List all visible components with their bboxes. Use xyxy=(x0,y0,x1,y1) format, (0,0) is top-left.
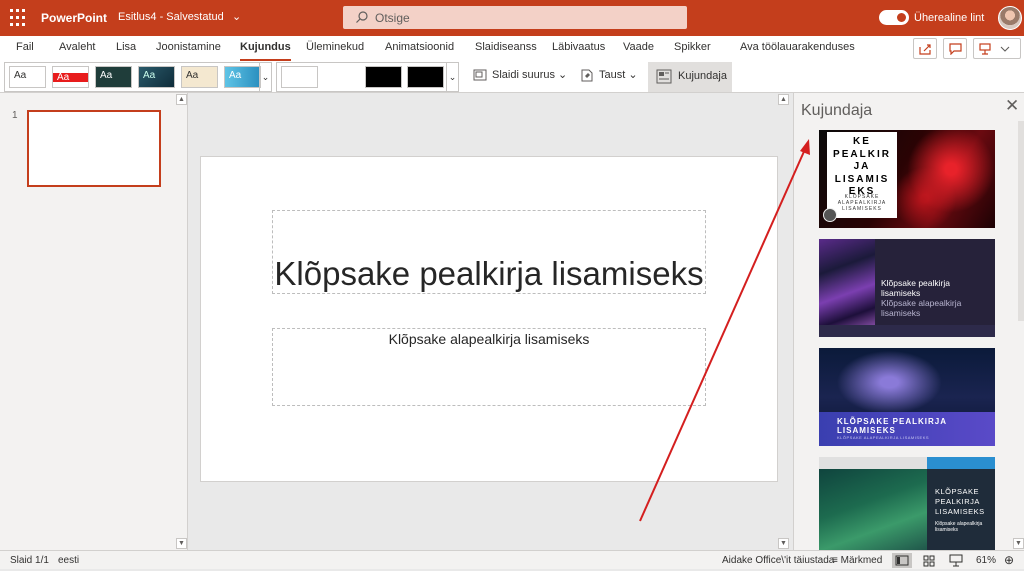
tab-design[interactable]: Kujundus xyxy=(240,41,291,61)
design-idea-2-title: Klõpsake pealkirja lisamiseks xyxy=(881,278,950,298)
single-line-ribbon-toggle[interactable] xyxy=(879,10,909,25)
close-icon[interactable]: ✕ xyxy=(1005,96,1019,116)
scroll-up-button[interactable]: ▲ xyxy=(176,94,187,105)
comment-icon xyxy=(949,43,962,55)
subtitle-placeholder-text: Klõpsake alapealkirja lisamiseks xyxy=(388,331,590,347)
format-background-button[interactable]: Taust ⌄ xyxy=(580,68,638,82)
language-indicator[interactable]: eesti xyxy=(58,555,79,566)
designer-button[interactable]: Kujundaja xyxy=(648,62,732,92)
feedback-link[interactable]: Aidake Office\'it täiustada xyxy=(722,555,834,566)
tab-transitions[interactable]: Üleminekud xyxy=(306,41,364,53)
design-idea-badge-icon xyxy=(823,208,837,222)
design-idea-2-subtitle: Klõpsake alapealkirja lisamiseks xyxy=(881,298,962,318)
designer-scrollbar[interactable] xyxy=(1018,121,1024,321)
designer-icon xyxy=(656,69,672,84)
theme-blue[interactable]: Aa xyxy=(224,66,261,88)
scroll-up-button[interactable]: ▲ xyxy=(778,94,789,105)
subtitle-placeholder[interactable]: Klõpsake alapealkirja lisamiseks xyxy=(272,328,706,406)
theme-beige[interactable]: Aa xyxy=(181,66,218,88)
search-icon xyxy=(356,11,368,23)
design-idea-4-title: KLÕPSAKE PEALKIRJA LISAMISEKS xyxy=(935,487,985,516)
slide-number: 1 xyxy=(12,110,18,121)
app-launcher-icon[interactable] xyxy=(6,6,30,30)
normal-view-icon xyxy=(895,555,909,566)
design-idea-1-subtitle: KLÕPSAKE ALAPEALKIRJA LISAMISEKS xyxy=(837,194,887,212)
design-idea-4-subtitle: Klõpsake alapealkirja lisamiseks xyxy=(935,521,983,533)
search-input[interactable]: Otsige xyxy=(343,6,687,29)
tab-review[interactable]: Läbivaatus xyxy=(552,41,605,53)
design-idea-3-subtitle: KLÕPSAKE ALAPEALKIRJA LISAMISEKS xyxy=(837,435,930,440)
title-placeholder-text: Klõpsake pealkirja lisamiseks xyxy=(274,255,704,292)
ribbon-tabs: Fail Avaleht Lisa Joonistamine Kujundus … xyxy=(0,36,1024,62)
tab-open-desktop[interactable]: Ava töölauarakenduses xyxy=(740,41,855,53)
tab-view[interactable]: Vaade xyxy=(623,41,654,53)
theme-dark-green[interactable]: Aa xyxy=(95,66,132,88)
tab-file[interactable]: Fail xyxy=(16,41,34,53)
share-button[interactable] xyxy=(913,38,937,59)
tab-home[interactable]: Avaleht xyxy=(59,41,96,53)
status-bar: Slaid 1/1 eesti Aidake Office\'it täiust… xyxy=(0,550,1024,569)
present-icon xyxy=(979,43,1010,55)
variant-3[interactable] xyxy=(365,66,402,88)
slide-counter: Slaid 1/1 xyxy=(10,555,49,566)
variant-4[interactable] xyxy=(407,66,444,88)
design-idea-4[interactable]: KLÕPSAKE PEALKIRJA LISAMISEKS Klõpsake a… xyxy=(819,457,995,550)
share-icon xyxy=(919,44,931,55)
notes-button[interactable]: ≡ Märkmed xyxy=(832,555,882,566)
slide-canvas[interactable]: Klõpsake pealkirja lisamiseks Klõpsake a… xyxy=(200,156,778,482)
tab-animations[interactable]: Animatsioonid xyxy=(385,41,454,53)
tab-help[interactable]: Spikker xyxy=(674,41,711,53)
slide-sorter-icon xyxy=(923,555,935,567)
tab-slideshow[interactable]: Slaidiseanss xyxy=(475,41,537,53)
app-name[interactable]: PowerPoint xyxy=(41,11,107,25)
design-idea-3[interactable]: KLÕPSAKE PEALKIRJA LISAMISEKS KLÕPSAKE A… xyxy=(819,348,995,446)
scroll-down-button[interactable]: ▼ xyxy=(1013,538,1024,549)
design-idea-2[interactable]: Klõpsake pealkirja lisamiseks Klõpsake a… xyxy=(819,239,995,337)
fit-to-window-icon[interactable]: ⊕ xyxy=(1004,553,1014,567)
zoom-level[interactable]: 61% xyxy=(976,555,996,566)
scroll-down-button[interactable]: ▼ xyxy=(778,538,789,549)
slide-thumbnail-pane: 1 ▲ ▼ xyxy=(0,93,188,550)
chevron-down-icon[interactable]: ⌄ xyxy=(232,10,241,23)
design-idea-1-title: KE PEALKIR JA LISAMIS EKS xyxy=(833,136,891,197)
notes-icon: ≡ xyxy=(832,555,838,566)
theme-teal[interactable]: Aa xyxy=(138,66,175,88)
title-placeholder[interactable]: Klõpsake pealkirja lisamiseks xyxy=(272,210,706,294)
document-name[interactable]: Esitlus4 - Salvestatud xyxy=(118,11,224,23)
chevron-down-icon[interactable]: ⌄ xyxy=(259,63,271,91)
present-button[interactable] xyxy=(973,38,1021,59)
avatar[interactable] xyxy=(998,6,1022,30)
slide-sorter-button[interactable] xyxy=(919,553,939,568)
normal-view-button[interactable] xyxy=(892,553,912,568)
theme-red[interactable]: Aa xyxy=(52,66,89,88)
slideshow-icon xyxy=(949,554,963,567)
variant-2[interactable] xyxy=(323,66,360,88)
comments-button[interactable] xyxy=(943,38,967,59)
scroll-down-button[interactable]: ▼ xyxy=(176,538,187,549)
variant-1[interactable] xyxy=(281,66,318,88)
single-line-ribbon-label: Üherealine lint xyxy=(914,12,985,24)
slide-editor: Klõpsake pealkirja lisamiseks Klõpsake a… xyxy=(189,93,792,550)
designer-pane: Kujundaja ✕ KE PEALKIR JA LISAMIS EKS KL… xyxy=(793,93,1024,550)
theme-office[interactable]: Aa xyxy=(9,66,46,88)
chevron-down-icon[interactable]: ⌄ xyxy=(446,63,458,91)
themes-gallery[interactable]: Aa Aa Aa Aa Aa Aa ⌄ xyxy=(4,62,272,92)
slideshow-button[interactable] xyxy=(946,553,966,568)
design-idea-1[interactable]: KE PEALKIR JA LISAMIS EKS KLÕPSAKE ALAPE… xyxy=(819,130,995,228)
ribbon-commands: Aa Aa Aa Aa Aa Aa ⌄ ⌄ Slaidi suurus ⌄ Ta… xyxy=(0,62,1024,93)
search-placeholder: Otsige xyxy=(375,11,410,25)
design-idea-3-title: KLÕPSAKE PEALKIRJA LISAMISEKS xyxy=(837,417,948,435)
slide-thumbnail[interactable] xyxy=(27,110,161,187)
slide-size-button[interactable]: Slaidi suurus ⌄ xyxy=(473,68,567,81)
variants-gallery[interactable]: ⌄ xyxy=(276,62,459,92)
tab-insert[interactable]: Lisa xyxy=(116,41,136,53)
designer-pane-title: Kujundaja xyxy=(801,102,873,119)
slide-size-icon xyxy=(473,69,487,81)
tab-draw[interactable]: Joonistamine xyxy=(156,41,221,53)
format-background-icon xyxy=(581,69,593,82)
title-bar: PowerPoint Esitlus4 - Salvestatud ⌄ Otsi… xyxy=(0,0,1024,36)
